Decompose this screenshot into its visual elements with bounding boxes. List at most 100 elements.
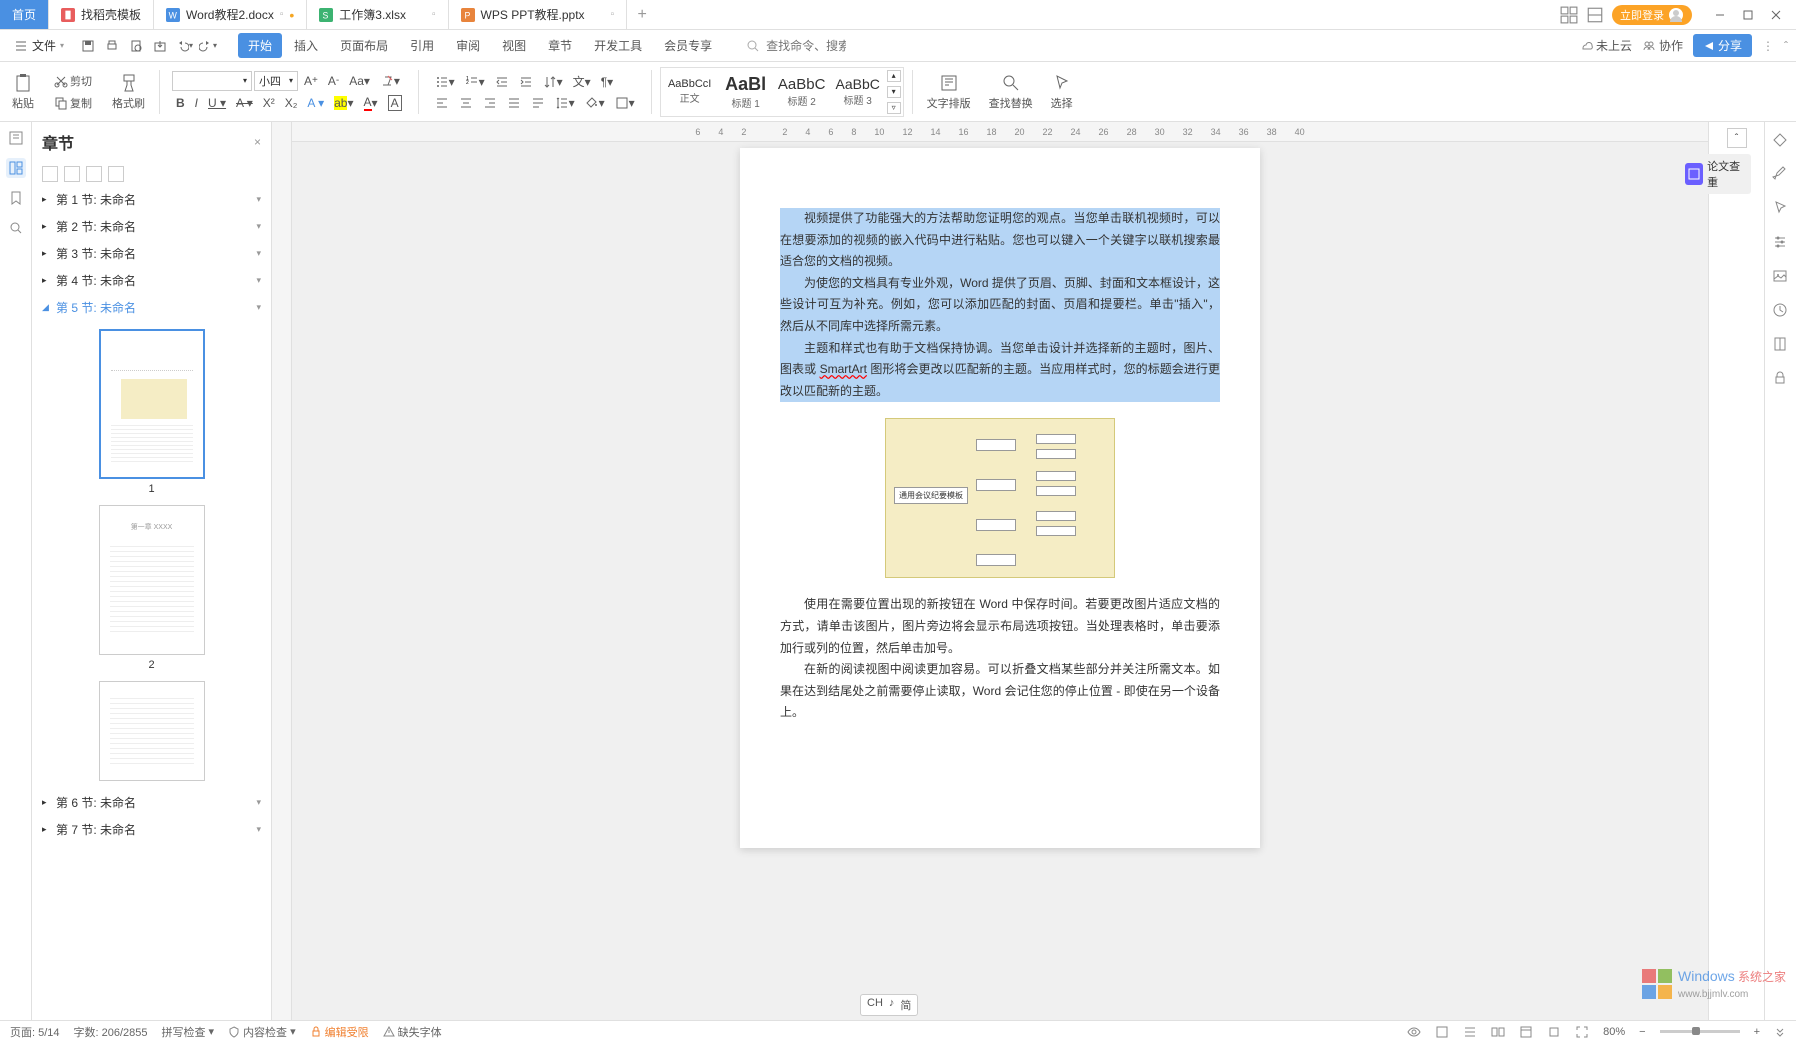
grow-font[interactable]: A+	[300, 72, 322, 90]
titlebar-home-tab[interactable]: 首页	[0, 0, 49, 29]
status-spell[interactable]: 拼写检查 ▾	[162, 1024, 215, 1040]
rail-bookmark[interactable]	[6, 188, 26, 208]
doc-check-button[interactable]: 论文查重	[1679, 154, 1751, 194]
section-3[interactable]: ▸第 3 节: 未命名▾	[32, 240, 271, 267]
titlebar-tab-word[interactable]: W Word教程2.docx ▫ •	[154, 0, 307, 29]
font-color-button[interactable]: A▾	[360, 93, 382, 113]
qat-export[interactable]	[150, 36, 170, 56]
share-button[interactable]: 分享	[1693, 34, 1752, 57]
rail-thumbnails[interactable]	[6, 158, 26, 178]
tab-menu-icon[interactable]: ▫	[280, 9, 284, 20]
paragraph-5[interactable]: 在新的阅读视图中阅读更加容易。可以折叠文档某些部分并关注所需文本。如果在达到结尾…	[780, 659, 1220, 724]
superscript-button[interactable]: X²	[259, 94, 279, 112]
sidebar-tool-2[interactable]	[64, 166, 80, 182]
rail-outline[interactable]	[6, 128, 26, 148]
bullets-button[interactable]: ▾	[431, 73, 459, 91]
view-focus[interactable]	[1547, 1025, 1561, 1039]
qat-save[interactable]	[78, 36, 98, 56]
line-spacing[interactable]: ▾	[551, 94, 579, 112]
window-minimize[interactable]	[1708, 3, 1732, 27]
subscript-button[interactable]: X₂	[281, 94, 302, 112]
zoom-out[interactable]: −	[1639, 1026, 1645, 1038]
font-name-combo[interactable]: ▾	[172, 71, 252, 91]
paste-button[interactable]: 粘贴	[6, 71, 40, 113]
rail-settings-icon[interactable]	[1772, 234, 1790, 252]
format-painter-button[interactable]: 格式刷	[106, 71, 151, 113]
menu-tab-developer[interactable]: 开发工具	[584, 33, 652, 58]
status-content[interactable]: 内容检查 ▾	[228, 1024, 296, 1040]
status-words[interactable]: 字数: 206/2855	[74, 1024, 148, 1040]
zoom-slider[interactable]	[1660, 1030, 1740, 1033]
section-6[interactable]: ▸第 6 节: 未命名▾	[32, 789, 271, 816]
increase-indent[interactable]	[515, 73, 537, 91]
page-thumb-3[interactable]	[99, 681, 205, 781]
login-button[interactable]: 立即登录	[1612, 5, 1692, 25]
view-web[interactable]	[1519, 1025, 1533, 1039]
paragraph-2[interactable]: 为使您的文档具有专业外观，Word 提供了页眉、页脚、封面和文本框设计，这些设计…	[780, 273, 1220, 338]
char-border-button[interactable]: A	[384, 93, 406, 113]
titlebar-tab-excel[interactable]: S 工作簿3.xlsx ▫	[307, 0, 448, 29]
sort-button[interactable]: ▾	[539, 73, 567, 91]
style-heading3[interactable]: AaBbC 标题 3	[831, 70, 885, 114]
tab-menu-icon[interactable]: ▫	[611, 9, 615, 20]
select-button[interactable]: 选择	[1045, 71, 1079, 113]
align-right[interactable]	[479, 94, 501, 112]
qat-undo[interactable]: ▾	[174, 36, 194, 56]
rail-lock-icon[interactable]	[1772, 370, 1790, 388]
tab-menu-icon[interactable]: ▫	[432, 9, 436, 20]
window-maximize[interactable]	[1736, 3, 1760, 27]
menu-tab-member[interactable]: 会员专享	[654, 33, 722, 58]
page-thumb-1[interactable]	[99, 329, 205, 479]
menu-tab-view[interactable]: 视图	[492, 33, 536, 58]
sidebar-tool-1[interactable]	[42, 166, 58, 182]
shading[interactable]: ▾	[581, 94, 609, 112]
qat-print-preview[interactable]	[126, 36, 146, 56]
menu-tab-insert[interactable]: 插入	[284, 33, 328, 58]
command-search-input[interactable]	[766, 39, 846, 53]
view-reading[interactable]	[1491, 1025, 1505, 1039]
rail-image-icon[interactable]	[1772, 268, 1790, 286]
status-edit-restrict[interactable]: 编辑受限	[310, 1024, 369, 1040]
paragraph-3[interactable]: 主题和样式也有助于文档保持协调。当您单击设计并选择新的主题时，图片、图表或 Sm…	[780, 338, 1220, 403]
rail-pencil-icon[interactable]	[1772, 166, 1790, 184]
status-page[interactable]: 页面: 5/14	[10, 1024, 60, 1040]
zoom-value[interactable]: 80%	[1603, 1026, 1625, 1038]
view-print-layout[interactable]	[1435, 1025, 1449, 1039]
view-outline[interactable]	[1463, 1025, 1477, 1039]
sidebar-tool-4[interactable]	[108, 166, 124, 182]
rail-diamond-icon[interactable]	[1772, 132, 1790, 150]
align-center[interactable]	[455, 94, 477, 112]
paragraph-4[interactable]: 使用在需要位置出现的新按钮在 Word 中保存时间。若要更改图片适应文档的方式，…	[780, 594, 1220, 659]
scan-icon[interactable]	[1586, 6, 1604, 24]
italic-button[interactable]: I	[191, 94, 202, 112]
change-case[interactable]: Aa▾	[345, 72, 374, 90]
zoom-fit[interactable]	[1575, 1025, 1589, 1039]
bold-button[interactable]: B	[172, 94, 189, 112]
document-area[interactable]: 642246810121416182022242628303234363840 …	[292, 122, 1708, 1020]
tab-add-button[interactable]: +	[627, 0, 657, 29]
sidebar-tool-3[interactable]	[86, 166, 102, 182]
align-left[interactable]	[431, 94, 453, 112]
section-1[interactable]: ▸第 1 节: 未命名▾	[32, 186, 271, 213]
highlight-button[interactable]: ab▾	[330, 94, 357, 112]
menu-tab-references[interactable]: 引用	[400, 33, 444, 58]
align-justify[interactable]	[503, 94, 525, 112]
titlebar-tab-ppt[interactable]: P WPS PPT教程.pptx ▫	[449, 0, 628, 29]
asian-layout[interactable]: 文▾	[569, 71, 595, 92]
section-7[interactable]: ▸第 7 节: 未命名▾	[32, 816, 271, 843]
rail-clock-icon[interactable]	[1772, 302, 1790, 320]
style-heading2[interactable]: AaBbC 标题 2	[775, 70, 829, 114]
menu-tab-home[interactable]: 开始	[238, 33, 282, 58]
font-size-combo[interactable]: 小四▾	[254, 71, 298, 91]
grid-icon[interactable]	[1560, 6, 1578, 24]
qat-redo[interactable]: ▾	[198, 36, 218, 56]
section-4[interactable]: ▸第 4 节: 未命名▾	[32, 267, 271, 294]
style-scroll-down[interactable]: ▾	[887, 86, 901, 98]
numbering-button[interactable]: 12▾	[461, 73, 489, 91]
window-close[interactable]	[1764, 3, 1788, 27]
qat-print[interactable]	[102, 36, 122, 56]
style-expand[interactable]: ▿	[887, 102, 901, 114]
rail-book-icon[interactable]	[1772, 336, 1790, 354]
rail-search[interactable]	[6, 218, 26, 238]
titlebar-tab-template[interactable]: 找稻壳模板	[49, 0, 154, 29]
